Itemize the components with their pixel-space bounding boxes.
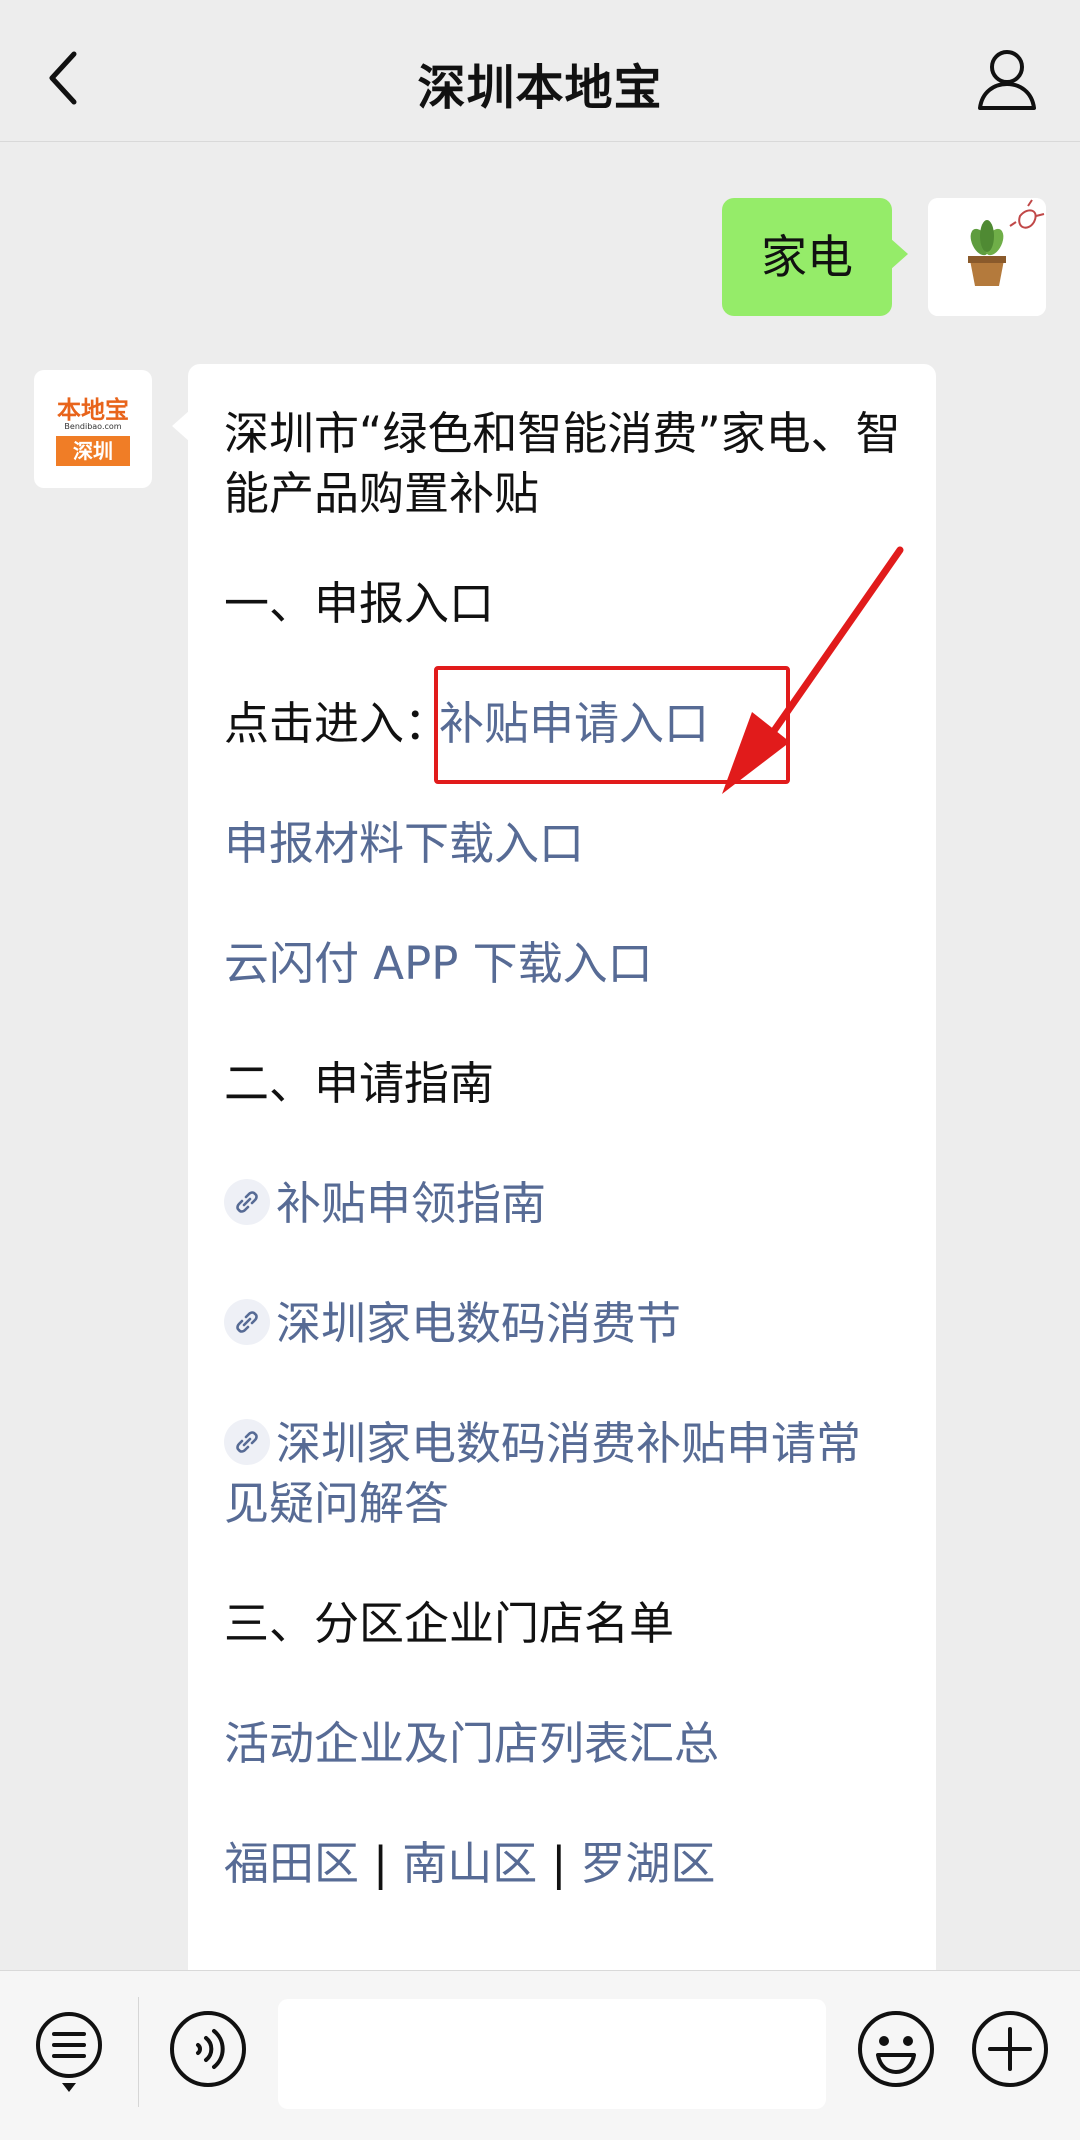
guide-link-row[interactable]: 深圳家电数码消费补贴申请常见疑问解答 xyxy=(224,1414,904,1534)
voice-icon xyxy=(170,2011,246,2087)
district-link[interactable]: 南山区 xyxy=(402,1837,537,1890)
list-menu-icon xyxy=(36,2012,102,2092)
person-icon xyxy=(978,50,1036,110)
guide-link[interactable]: 补贴申领指南 xyxy=(276,1177,546,1230)
district-separator: | xyxy=(373,1837,389,1890)
top-nav-bar: 深圳本地宝 xyxy=(0,0,1080,142)
district-link[interactable]: 罗湖区 xyxy=(580,1837,715,1890)
link-icon xyxy=(224,1419,270,1465)
page-title: 深圳本地宝 xyxy=(417,60,663,116)
emoji-icon xyxy=(858,2011,934,2087)
avatar-city-badge: 深圳 xyxy=(56,436,130,466)
plus-icon xyxy=(972,2011,1048,2087)
message-input-bar xyxy=(0,1970,1080,2140)
guide-link[interactable]: 深圳家电数码消费补贴申请常见疑问解答 xyxy=(224,1417,861,1530)
app-download-link[interactable]: 云闪付 APP 下载入口 xyxy=(224,934,904,994)
link-icon xyxy=(224,1179,270,1225)
avatar-domain-text: Bendibao.com xyxy=(64,422,122,431)
profile-button[interactable] xyxy=(974,46,1040,112)
guide-link-row[interactable]: 补贴申领指南 xyxy=(224,1174,904,1234)
message-text-input[interactable] xyxy=(278,1999,826,2109)
input-bar-divider xyxy=(138,1997,139,2107)
section-heading-guide: 二、申请指南 xyxy=(224,1057,495,1110)
emoji-button[interactable] xyxy=(856,2009,936,2089)
stores-summary-link[interactable]: 活动企业及门店列表汇总 xyxy=(224,1714,904,1774)
click-prefix-text: 点击进入： xyxy=(224,697,450,750)
link-icon xyxy=(224,1299,270,1345)
guide-link-row[interactable]: 深圳家电数码消费节 xyxy=(224,1294,904,1354)
menu-button[interactable] xyxy=(34,2011,104,2095)
bendibao-avatar[interactable]: 本地宝 Bendibao.com 深圳 xyxy=(34,370,152,488)
section-heading-stores: 三、分区企业门店名单 xyxy=(224,1597,675,1650)
guide-link[interactable]: 深圳家电数码消费节 xyxy=(276,1297,681,1350)
district-separator: | xyxy=(551,1837,567,1890)
outgoing-message-bubble[interactable]: 家电 xyxy=(722,198,908,316)
red-arrow-icon xyxy=(722,546,904,794)
avatar-brand-text: 本地宝 xyxy=(57,395,129,424)
more-button[interactable] xyxy=(970,2009,1050,2089)
user-avatar[interactable] xyxy=(928,198,1046,316)
chat-area[interactable]: 家电 本地宝 Bendibao.com 深圳 深圳市“绿色和智能消费”家电、智能… xyxy=(0,142,1080,2004)
voice-button[interactable] xyxy=(168,2009,248,2089)
potted-plant-avatar-icon xyxy=(928,198,1046,316)
district-links-row: 福田区 | 南山区 | 罗湖区 xyxy=(224,1834,904,1894)
district-link[interactable]: 福田区 xyxy=(224,1837,359,1890)
